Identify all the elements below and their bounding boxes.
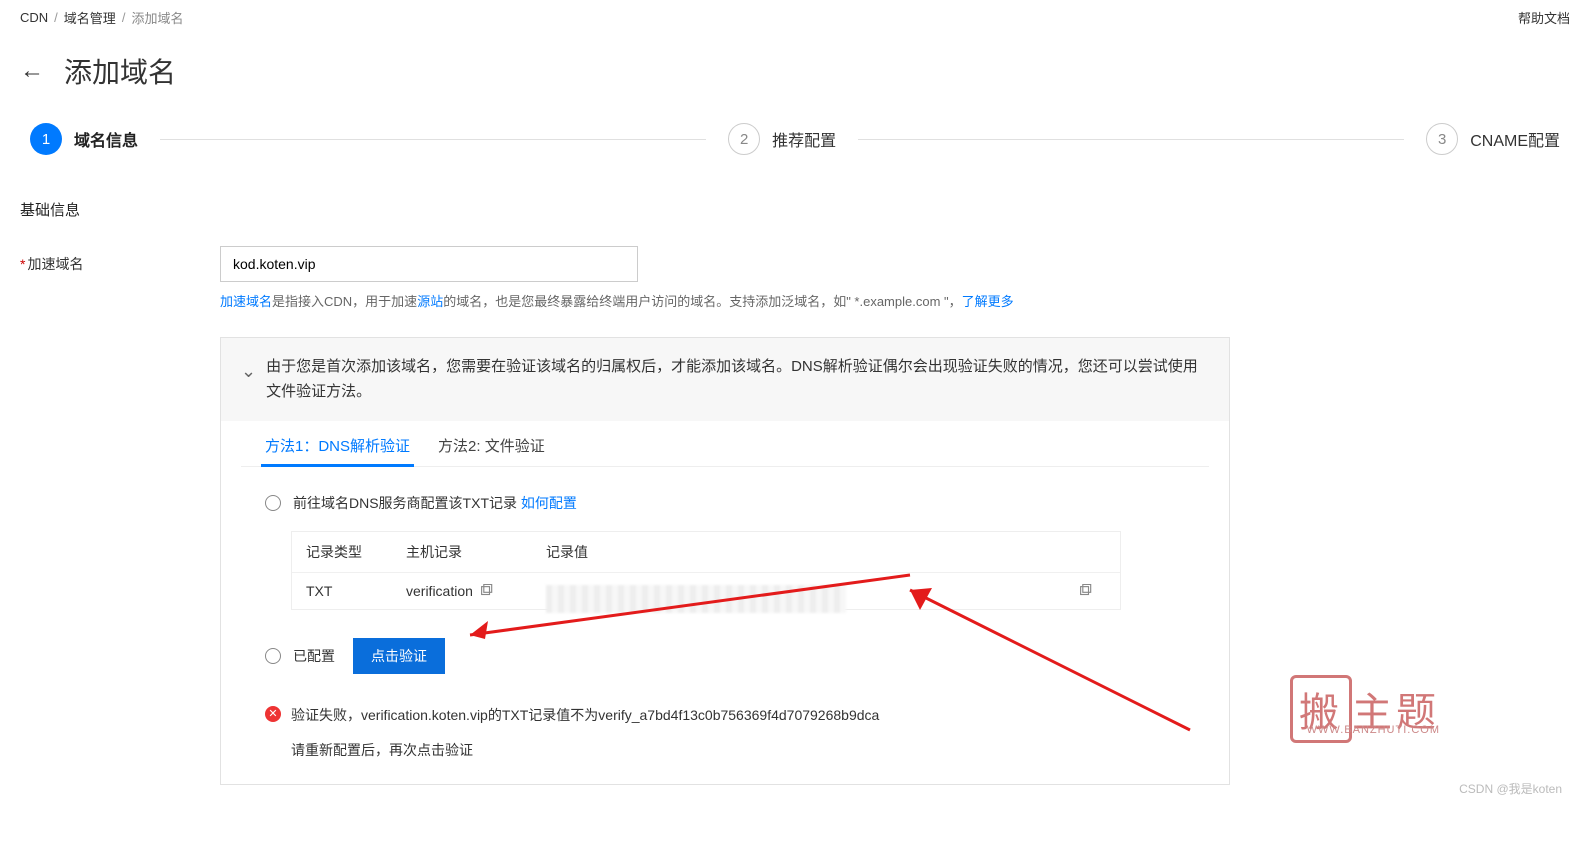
verify-box: ⌄ 由于您是首次添加该域名，您需要在验证该域名的归属权后，才能添加该域名。DNS… [220, 337, 1230, 785]
dns-table: 记录类型 主机记录 记录值 TXT verification [291, 531, 1121, 610]
domain-input[interactable] [220, 246, 638, 282]
breadcrumb-root[interactable]: CDN [20, 10, 48, 25]
breadcrumb-mid[interactable]: 域名管理 [64, 8, 116, 27]
domain-label: *加速域名 [20, 246, 220, 274]
step-1-label: 域名信息 [74, 127, 138, 151]
th-value: 记录值 [546, 542, 1106, 562]
watermark-url: WWW.BANZHUTI.COM [1307, 724, 1440, 736]
step-3-num: 3 [1426, 123, 1458, 155]
how-configure-link[interactable]: 如何配置 [521, 495, 577, 511]
copy-icon[interactable] [479, 584, 493, 598]
helper-link-domain[interactable]: 加速域名 [220, 294, 272, 309]
td-host: verification [406, 583, 546, 599]
error-sub-text: 请重新配置后，再次点击验证 [221, 730, 1229, 784]
section-basic-title: 基础信息 [0, 171, 1590, 232]
error-row: ✕ 验证失败，verification.koten.vip的TXT记录值不为ve… [221, 684, 1229, 730]
step-1-num: 1 [30, 123, 62, 155]
th-record-type: 记录类型 [306, 542, 406, 562]
helper-link-origin[interactable]: 源站 [417, 294, 443, 309]
redacted-value [546, 585, 846, 613]
step-1[interactable]: 1 域名信息 [30, 123, 138, 155]
verify-header[interactable]: ⌄ 由于您是首次添加该域名，您需要在验证该域名的归属权后，才能添加该域名。DNS… [221, 338, 1229, 421]
radio-icon [265, 648, 281, 664]
domain-helper: 加速域名是指接入CDN，用于加速源站的域名，也是您最终暴露给终端用户访问的域名。… [0, 288, 1590, 313]
step-2[interactable]: 2 推荐配置 [728, 123, 836, 155]
page-title-row: ← 添加域名 [0, 35, 1590, 115]
option-txt-record[interactable]: 前往域名DNS服务商配置该TXT记录 如何配置 [245, 483, 1205, 523]
step-3[interactable]: 3 CNAME配置 [1426, 123, 1560, 155]
error-icon: ✕ [265, 706, 281, 722]
option-configured[interactable]: 已配置 点击验证 [245, 628, 1205, 684]
help-link[interactable]: 帮助文档 [1518, 8, 1570, 27]
csdn-watermark: CSDN @我是koten [1459, 780, 1562, 797]
verify-tabs: 方法1：DNS解析验证 方法2: 文件验证 [241, 421, 1209, 467]
breadcrumb: CDN / 域名管理 / 添加域名 帮助文档 [0, 0, 1590, 35]
verify-button[interactable]: 点击验证 [353, 638, 445, 674]
radio-icon [265, 495, 281, 511]
domain-row: *加速域名 [0, 232, 1590, 288]
tab-dns[interactable]: 方法1：DNS解析验证 [261, 427, 414, 466]
step-2-num: 2 [728, 123, 760, 155]
helper-link-more[interactable]: 了解更多 [962, 294, 1014, 309]
chevron-down-icon: ⌄ [241, 356, 256, 387]
back-arrow-icon[interactable]: ← [20, 57, 44, 85]
copy-icon[interactable] [1078, 584, 1092, 598]
dns-table-row: TXT verification [292, 572, 1120, 609]
tab-file[interactable]: 方法2: 文件验证 [434, 427, 549, 466]
verify-header-text: 由于您是首次添加该域名，您需要在验证该域名的归属权后，才能添加该域名。DNS解析… [266, 354, 1209, 405]
td-record-type: TXT [306, 583, 406, 599]
step-3-label: CNAME配置 [1470, 127, 1560, 151]
error-text: 验证失败，verification.koten.vip的TXT记录值不为veri… [291, 704, 879, 726]
th-host: 主机记录 [406, 542, 546, 562]
steps-bar: 1 域名信息 2 推荐配置 3 CNAME配置 [0, 115, 1590, 171]
page-title: 添加域名 [64, 51, 176, 91]
step-2-label: 推荐配置 [772, 127, 836, 151]
breadcrumb-current: 添加域名 [131, 8, 183, 27]
dns-table-header: 记录类型 主机记录 记录值 [292, 532, 1120, 572]
